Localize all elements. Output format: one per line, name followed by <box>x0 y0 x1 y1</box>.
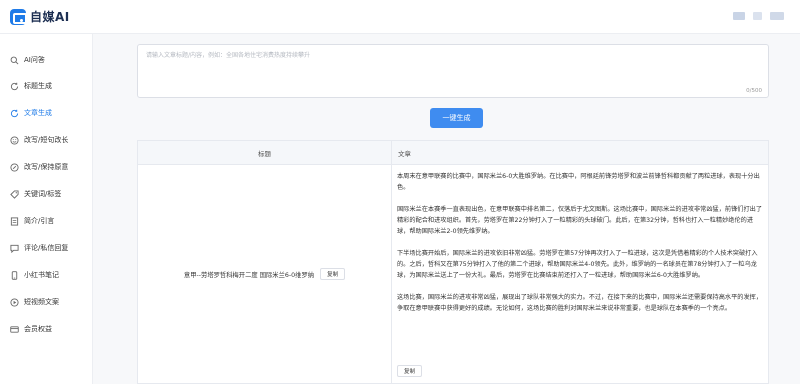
tag-icon <box>10 189 19 199</box>
article-input[interactable] <box>138 45 768 97</box>
copy-article-button[interactable]: 复制 <box>397 365 423 377</box>
sidebar-item-intro[interactable]: 简介/引言 <box>10 214 54 228</box>
search-icon <box>10 56 19 65</box>
char-counter: 0/500 <box>746 88 762 94</box>
edit-icon <box>10 162 19 172</box>
sidebar-item-label: 小红书笔记 <box>24 271 59 279</box>
sidebar-item-label: 短视频文案 <box>24 298 59 306</box>
document-icon <box>10 216 19 226</box>
comment-icon <box>10 244 19 253</box>
placeholder-icon[interactable] <box>733 12 745 20</box>
sidebar-item-label: 改写/短句改长 <box>24 136 69 144</box>
article-paragraph: 国际米兰在本赛季一直表现出色，在意甲联赛中排名第二，仅落后于尤文图斯。这场比赛中… <box>397 206 763 235</box>
sidebar-item-label: 改写/保持原意 <box>24 163 69 171</box>
result-table: 标题 文章 意甲--劳塔罗哲科梅开二度 国际米兰6-0维罗纳 复制 本周末在意甲… <box>137 140 769 384</box>
sidebar-item-label: AI问答 <box>24 56 45 64</box>
video-icon <box>10 297 19 307</box>
logo[interactable]: 自媒AI <box>10 8 70 25</box>
sidebar-item-title-gen[interactable]: 标题生成 <box>10 79 52 93</box>
article-body: 本周末在意甲联赛的比赛中，国际米兰6-0大胜维罗纳。在比赛中，阿根廷前锋劳塔罗和… <box>397 171 763 325</box>
sidebar-item-label: 会员权益 <box>24 325 52 333</box>
article-paragraph: 下半场比赛开始后，国际米兰的进攻依旧非常凶猛。劳塔罗在第57分钟再次打入了一粒进… <box>397 250 758 279</box>
phone-icon <box>10 270 19 280</box>
sidebar-item-label: 简介/引言 <box>24 217 55 225</box>
sidebar-item-xiaohongshu[interactable]: 小红书笔记 <box>10 268 59 282</box>
sidebar-item-rewrite-keep[interactable]: 改写/保持原意 <box>10 160 68 174</box>
sidebar-item-membership[interactable]: 会员权益 <box>10 322 52 336</box>
article-input-box: 0/500 <box>137 44 769 98</box>
card-icon <box>10 325 19 334</box>
article-paragraph: 本周末在意甲联赛的比赛中，国际米兰6-0大胜维罗纳。在比赛中，阿根廷前锋劳塔罗和… <box>397 173 760 191</box>
logo-icon <box>10 8 27 25</box>
placeholder-icon[interactable] <box>753 12 762 20</box>
app-header: 自媒AI <box>0 0 800 34</box>
sidebar-item-article-gen[interactable]: 文章生成 <box>10 106 52 120</box>
table-row-title-cell: 意甲--劳塔罗哲科梅开二度 国际米兰6-0维罗纳 复制 <box>138 165 391 383</box>
sidebar-item-ai-qa[interactable]: AI问答 <box>10 53 45 67</box>
article-title: 意甲--劳塔罗哲科梅开二度 国际米兰6-0维罗纳 <box>183 271 315 279</box>
sidebar-item-label: 关键词/标签 <box>24 190 62 198</box>
column-divider <box>391 141 392 383</box>
sidebar-item-short-video[interactable]: 短视频文案 <box>10 295 59 309</box>
smile-icon <box>10 135 19 145</box>
header-actions <box>733 12 784 20</box>
sidebar: AI问答 标题生成 文章生成 改写/短句改长 改写/保持原意 关键词/标签 简介… <box>0 34 93 384</box>
table-header: 标题 文章 <box>138 141 768 165</box>
sidebar-item-comment-reply[interactable]: 评论/私信回复 <box>10 241 68 255</box>
generate-button[interactable]: 一键生成 <box>430 108 483 128</box>
refresh-icon <box>10 109 19 118</box>
refresh-icon <box>10 82 19 91</box>
sidebar-item-label: 文章生成 <box>24 109 52 117</box>
sidebar-item-rewrite-expand[interactable]: 改写/短句改长 <box>10 133 68 147</box>
main-content: 0/500 一键生成 标题 文章 意甲--劳塔罗哲科梅开二度 国际米兰6-0维罗… <box>93 34 800 384</box>
sidebar-item-label: 评论/私信回复 <box>24 244 69 252</box>
column-header-title: 标题 <box>258 150 271 158</box>
copy-title-button[interactable]: 复制 <box>320 268 346 280</box>
column-header-article: 文章 <box>398 150 411 158</box>
logo-text: 自媒AI <box>30 10 70 24</box>
sidebar-item-label: 标题生成 <box>24 82 52 90</box>
article-paragraph: 这场比赛，国际米兰的进攻非常凶猛，展现出了球队非常强大的实力。不过，在接下来的比… <box>397 294 763 312</box>
sidebar-item-keywords[interactable]: 关键词/标签 <box>10 187 61 201</box>
placeholder-icon[interactable] <box>770 12 784 20</box>
